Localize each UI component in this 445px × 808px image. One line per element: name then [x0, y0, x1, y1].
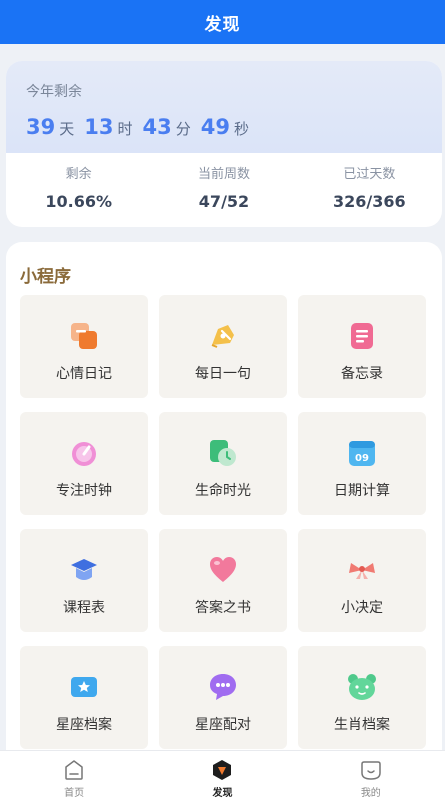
mini-program-grid: 心情日记 每日一句 备忘录 专注时钟 生命时光 09 日期计算 课程表 答案之书…: [20, 295, 426, 749]
tab-home-label: 首页: [64, 788, 85, 799]
focus-clock-tile[interactable]: 专注时钟: [20, 412, 148, 515]
tab-discover-label: 发现: [212, 788, 233, 799]
tile-label: 星座配对: [195, 717, 251, 733]
section-title: 小程序: [20, 267, 71, 287]
memo-tile[interactable]: 备忘录: [298, 295, 426, 398]
stat-label: 已过天数: [343, 167, 396, 182]
days-value: 39: [26, 115, 56, 139]
mini-programs-section: 小程序 心情日记 每日一句 备忘录 专注时钟 生命时光 09 日期计算 课程表 …: [6, 242, 442, 762]
page-title: 发现: [204, 14, 241, 35]
days-unit: 天: [59, 120, 75, 138]
hours-value: 13: [84, 115, 114, 139]
memo-icon: [347, 321, 377, 351]
tab-home[interactable]: 首页: [0, 751, 148, 808]
tile-label: 答案之书: [195, 600, 251, 616]
constellation-profile-tile[interactable]: 星座档案: [20, 646, 148, 749]
life-time-tile[interactable]: 生命时光: [159, 412, 287, 515]
graduation-cap-icon: [69, 555, 99, 585]
tile-label: 生肖档案: [334, 717, 390, 733]
tile-label: 备忘录: [341, 366, 383, 382]
minutes-value: 43: [142, 115, 172, 139]
small-decision-tile[interactable]: 小决定: [298, 529, 426, 632]
life-time-icon: [208, 438, 238, 468]
year-countdown-card: 今年剩余 39 天 13 时 43 分 49 秒 剩余 10.66% 当前周数 …: [6, 61, 442, 227]
calendar-icon: 09: [347, 438, 377, 468]
hours-unit: 时: [117, 120, 133, 138]
stat-label: 剩余: [65, 167, 92, 182]
bottom-tab-bar: 首页 发现 我的: [0, 750, 445, 808]
stat-label: 当前周数: [197, 167, 250, 182]
stat-days-passed: 已过天数 326/366: [297, 163, 442, 211]
seconds-value: 49: [200, 115, 230, 139]
pen-icon: [208, 321, 238, 351]
mood-diary-tile[interactable]: 心情日记: [20, 295, 148, 398]
tab-mine[interactable]: 我的: [297, 751, 445, 808]
stat-current-week: 当前周数 47/52: [151, 163, 296, 211]
tile-label: 课程表: [63, 600, 105, 616]
zodiac-profile-tile[interactable]: 生肖档案: [298, 646, 426, 749]
countdown-caption: 今年剩余: [26, 84, 82, 100]
stat-value: 10.66%: [45, 192, 112, 211]
heart-icon: [208, 555, 238, 585]
tile-label: 心情日记: [56, 366, 112, 382]
date-calculator-tile[interactable]: 09 日期计算: [298, 412, 426, 515]
ribbon-icon: [347, 555, 377, 585]
chat-bubble-icon: [208, 672, 238, 702]
minutes-unit: 分: [175, 120, 191, 138]
mood-diary-icon: [69, 321, 99, 351]
compass-icon: [213, 760, 232, 780]
home-icon: [65, 760, 83, 780]
stat-remaining: 剩余 10.66%: [6, 163, 151, 211]
stat-value: 326/366: [333, 192, 406, 211]
focus-clock-icon: [69, 438, 99, 468]
year-stats: 剩余 10.66% 当前周数 47/52 已过天数 326/366: [6, 153, 442, 211]
tile-label: 星座档案: [56, 717, 112, 733]
stat-value: 47/52: [198, 192, 250, 211]
tile-label: 专注时钟: [56, 483, 112, 499]
tab-discover[interactable]: 发现: [148, 751, 296, 808]
star-ticket-icon: [69, 672, 99, 702]
tile-label: 小决定: [341, 600, 383, 616]
tile-label: 生命时光: [195, 483, 251, 499]
constellation-match-tile[interactable]: 星座配对: [159, 646, 287, 749]
bear-face-icon: [347, 672, 377, 702]
tile-label: 日期计算: [334, 483, 390, 499]
profile-icon: [361, 761, 381, 780]
answer-book-tile[interactable]: 答案之书: [159, 529, 287, 632]
svg-text:09: 09: [355, 453, 369, 464]
countdown-header: 今年剩余 39 天 13 时 43 分 49 秒: [6, 61, 442, 153]
tab-mine-label: 我的: [360, 788, 381, 799]
tile-label: 每日一句: [195, 366, 251, 382]
countdown-timer: 39 天 13 时 43 分 49 秒: [26, 115, 442, 139]
seconds-unit: 秒: [233, 120, 249, 138]
daily-quote-tile[interactable]: 每日一句: [159, 295, 287, 398]
class-schedule-tile[interactable]: 课程表: [20, 529, 148, 632]
top-bar: 发现: [0, 0, 445, 44]
